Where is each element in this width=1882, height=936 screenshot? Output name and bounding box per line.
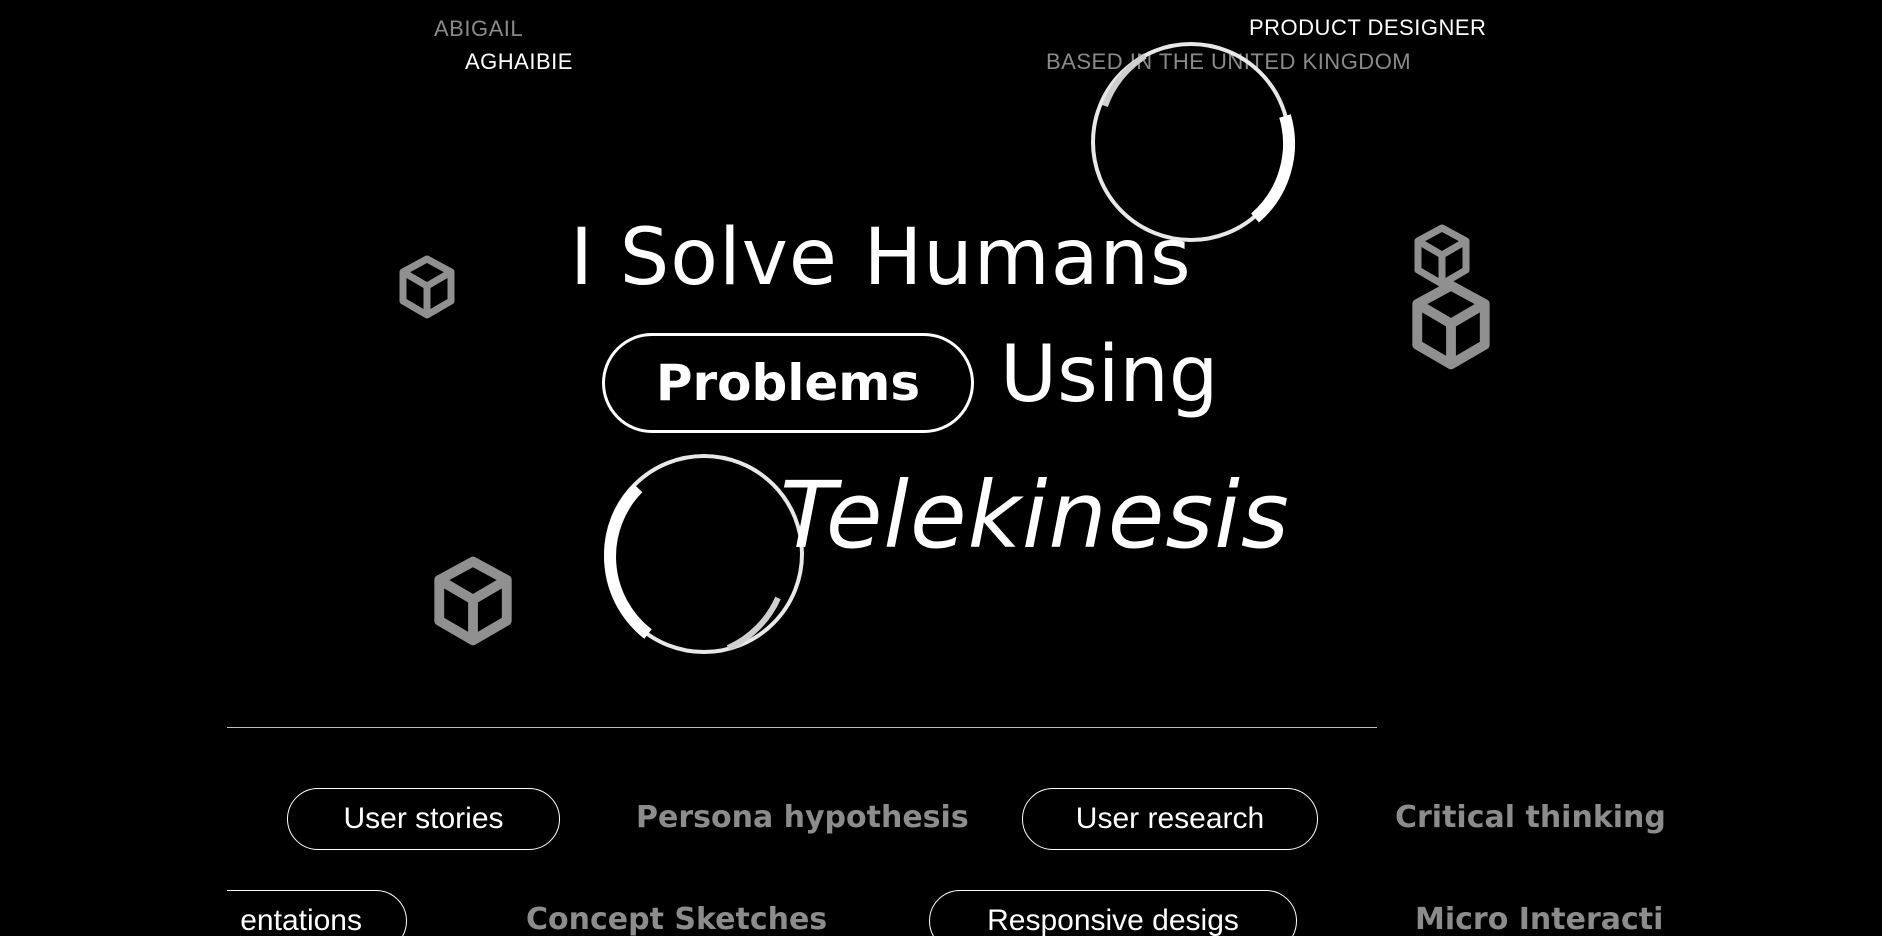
skill-tag: entations [227, 890, 407, 936]
hero-line-1: I Solve Humans [570, 213, 1192, 303]
skill-tag: Micro Interacti [1415, 902, 1664, 936]
skill-tag: Concept Sketches [526, 902, 828, 936]
hero-line-2: Using [1000, 330, 1219, 420]
first-name: ABIGAIL [434, 16, 524, 41]
divider [227, 727, 1377, 728]
skill-tag: Responsive desigs [929, 890, 1297, 936]
skill-tag: Persona hypothesis [636, 800, 969, 835]
skills-row-2: entations Concept Sketches Responsive de… [227, 890, 1667, 936]
problems-pill: Problems [602, 333, 974, 433]
problems-pill-label: Problems [655, 354, 921, 412]
skill-tag: User research [1022, 788, 1318, 850]
ring-decoration-bottom [604, 454, 804, 654]
cube-icon [1414, 224, 1470, 288]
cube-icon [434, 556, 512, 646]
last-name: AGHAIBIE [465, 49, 573, 74]
cube-icon [399, 255, 455, 319]
hero-line-3: Telekinesis [780, 462, 1290, 569]
cube-icon [1412, 280, 1490, 370]
skill-tag: Critical thinking [1395, 800, 1666, 835]
skill-clip: Critical thinking [1395, 788, 1667, 852]
skill-tag: User stories [287, 788, 560, 850]
skills-row-1: User stories Persona hypothesis User res… [0, 788, 1882, 852]
